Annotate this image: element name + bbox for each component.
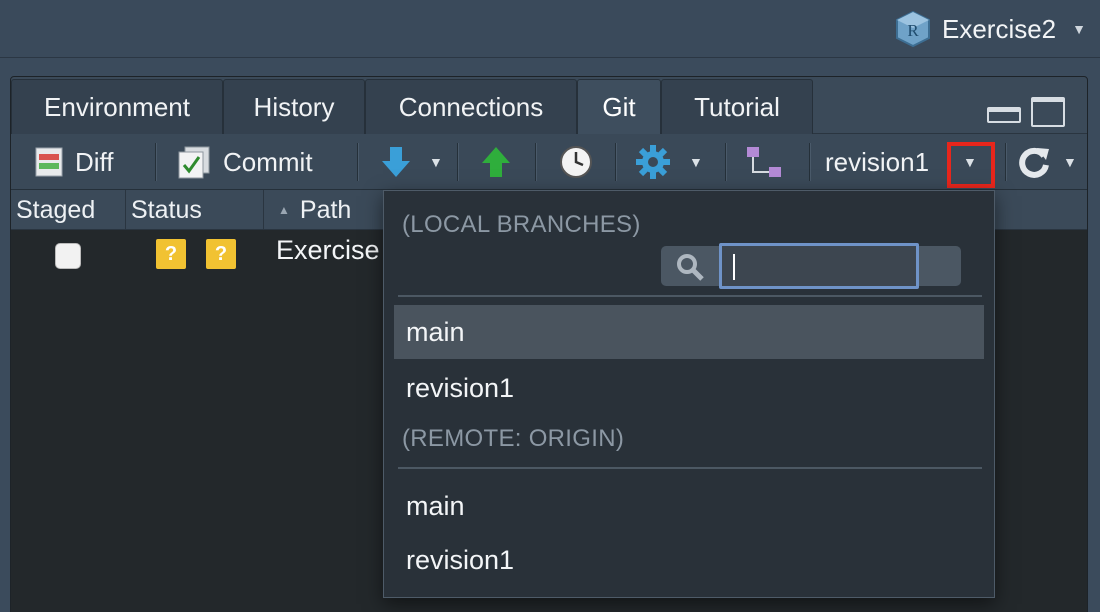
tab-label: Git <box>602 91 636 122</box>
more-button[interactable]: ▼ <box>635 134 703 190</box>
tab-label: Connections <box>398 91 544 122</box>
diff-icon <box>35 147 63 177</box>
column-label: Path <box>299 195 352 224</box>
toolbar-divider <box>615 143 617 181</box>
menu-divider <box>398 295 982 297</box>
staged-checkbox[interactable] <box>55 243 81 269</box>
refresh-icon <box>1019 147 1049 178</box>
commit-label: Commit <box>223 146 313 177</box>
project-menu[interactable]: R Exercise2 ▼ <box>894 10 1086 48</box>
chevron-down-icon[interactable]: ▼ <box>429 154 443 170</box>
toolbar-divider <box>1005 143 1007 181</box>
pull-button[interactable]: ▼ <box>381 134 443 190</box>
commit-button[interactable]: Commit <box>177 134 313 190</box>
column-label: Status <box>131 195 202 224</box>
highlight-annotation <box>947 142 995 188</box>
history-clock-icon <box>560 146 592 178</box>
remote-origin-header: (REMOTE: ORIGIN) <box>402 425 625 452</box>
pull-icon <box>382 147 410 177</box>
remote-branch-item[interactable]: revision1 <box>394 533 984 587</box>
project-bar: R Exercise2 ▼ <box>0 0 1100 58</box>
tab-history[interactable]: History <box>223 79 365 134</box>
refresh-button[interactable]: ▼ <box>1017 134 1077 190</box>
status-untracked-badge: ? <box>206 239 236 269</box>
status-untracked-badge: ? <box>156 239 186 269</box>
branch-search-input[interactable] <box>719 243 919 289</box>
branch-menu: (LOCAL BRANCHES) main revision1 (REMOTE:… <box>383 190 995 598</box>
local-branch-item[interactable]: main <box>394 305 984 359</box>
chevron-down-icon: ▼ <box>1072 21 1086 37</box>
local-branches-header: (LOCAL BRANCHES) <box>402 211 641 238</box>
tab-label: Tutorial <box>694 91 780 122</box>
r-project-icon: R <box>895 10 930 48</box>
history-button[interactable] <box>559 134 593 190</box>
push-icon <box>482 147 510 177</box>
project-name: Exercise2 <box>941 13 1057 44</box>
gear-icon <box>636 145 670 179</box>
git-toolbar: Diff Commit ▼ ▼ revision1 ▼ ▼ <box>11 134 1087 190</box>
toolbar-divider <box>725 143 727 181</box>
branch-label: revision1 <box>406 372 515 403</box>
new-branch-button[interactable] <box>745 134 783 190</box>
current-branch-label: revision1 <box>825 146 930 177</box>
new-branch-icon <box>747 147 781 177</box>
sort-ascending-icon: ▲ <box>278 203 290 217</box>
maximize-pane-icon[interactable] <box>1031 97 1065 127</box>
column-status[interactable]: Status <box>126 190 264 230</box>
tab-git[interactable]: Git <box>577 79 661 134</box>
column-staged[interactable]: Staged <box>11 190 126 230</box>
column-label: Staged <box>16 195 96 224</box>
svg-text:R: R <box>907 21 919 40</box>
search-icon <box>677 254 704 281</box>
toolbar-divider <box>535 143 537 181</box>
toolbar-divider <box>457 143 459 181</box>
tab-connections[interactable]: Connections <box>365 79 577 134</box>
branch-label: main <box>406 316 465 347</box>
window-controls <box>987 97 1065 127</box>
toolbar-divider <box>357 143 359 181</box>
menu-divider <box>398 467 982 469</box>
toolbar-divider <box>809 143 811 181</box>
chevron-down-icon[interactable]: ▼ <box>689 154 703 170</box>
branch-label: revision1 <box>406 544 515 575</box>
local-branch-item[interactable]: revision1 <box>394 361 984 415</box>
tab-label: History <box>253 91 335 122</box>
pane-tabs: Environment History Connections Git Tuto… <box>11 77 1087 134</box>
tab-label: Environment <box>44 91 190 122</box>
toolbar-divider <box>155 143 157 181</box>
text-cursor <box>733 254 735 280</box>
minimize-pane-icon[interactable] <box>987 107 1021 123</box>
chevron-down-icon[interactable]: ▼ <box>1063 154 1077 170</box>
tab-environment[interactable]: Environment <box>11 79 223 134</box>
branch-selector[interactable]: revision1 <box>825 134 929 190</box>
push-button[interactable] <box>481 134 511 190</box>
tab-tutorial[interactable]: Tutorial <box>661 79 813 134</box>
file-path: Exercise <box>276 235 380 265</box>
commit-icon <box>178 146 210 179</box>
diff-label: Diff <box>75 146 114 177</box>
branch-label: main <box>406 490 465 521</box>
remote-branch-item[interactable]: main <box>394 479 984 533</box>
branch-search <box>661 243 961 289</box>
diff-button[interactable]: Diff <box>35 134 114 190</box>
